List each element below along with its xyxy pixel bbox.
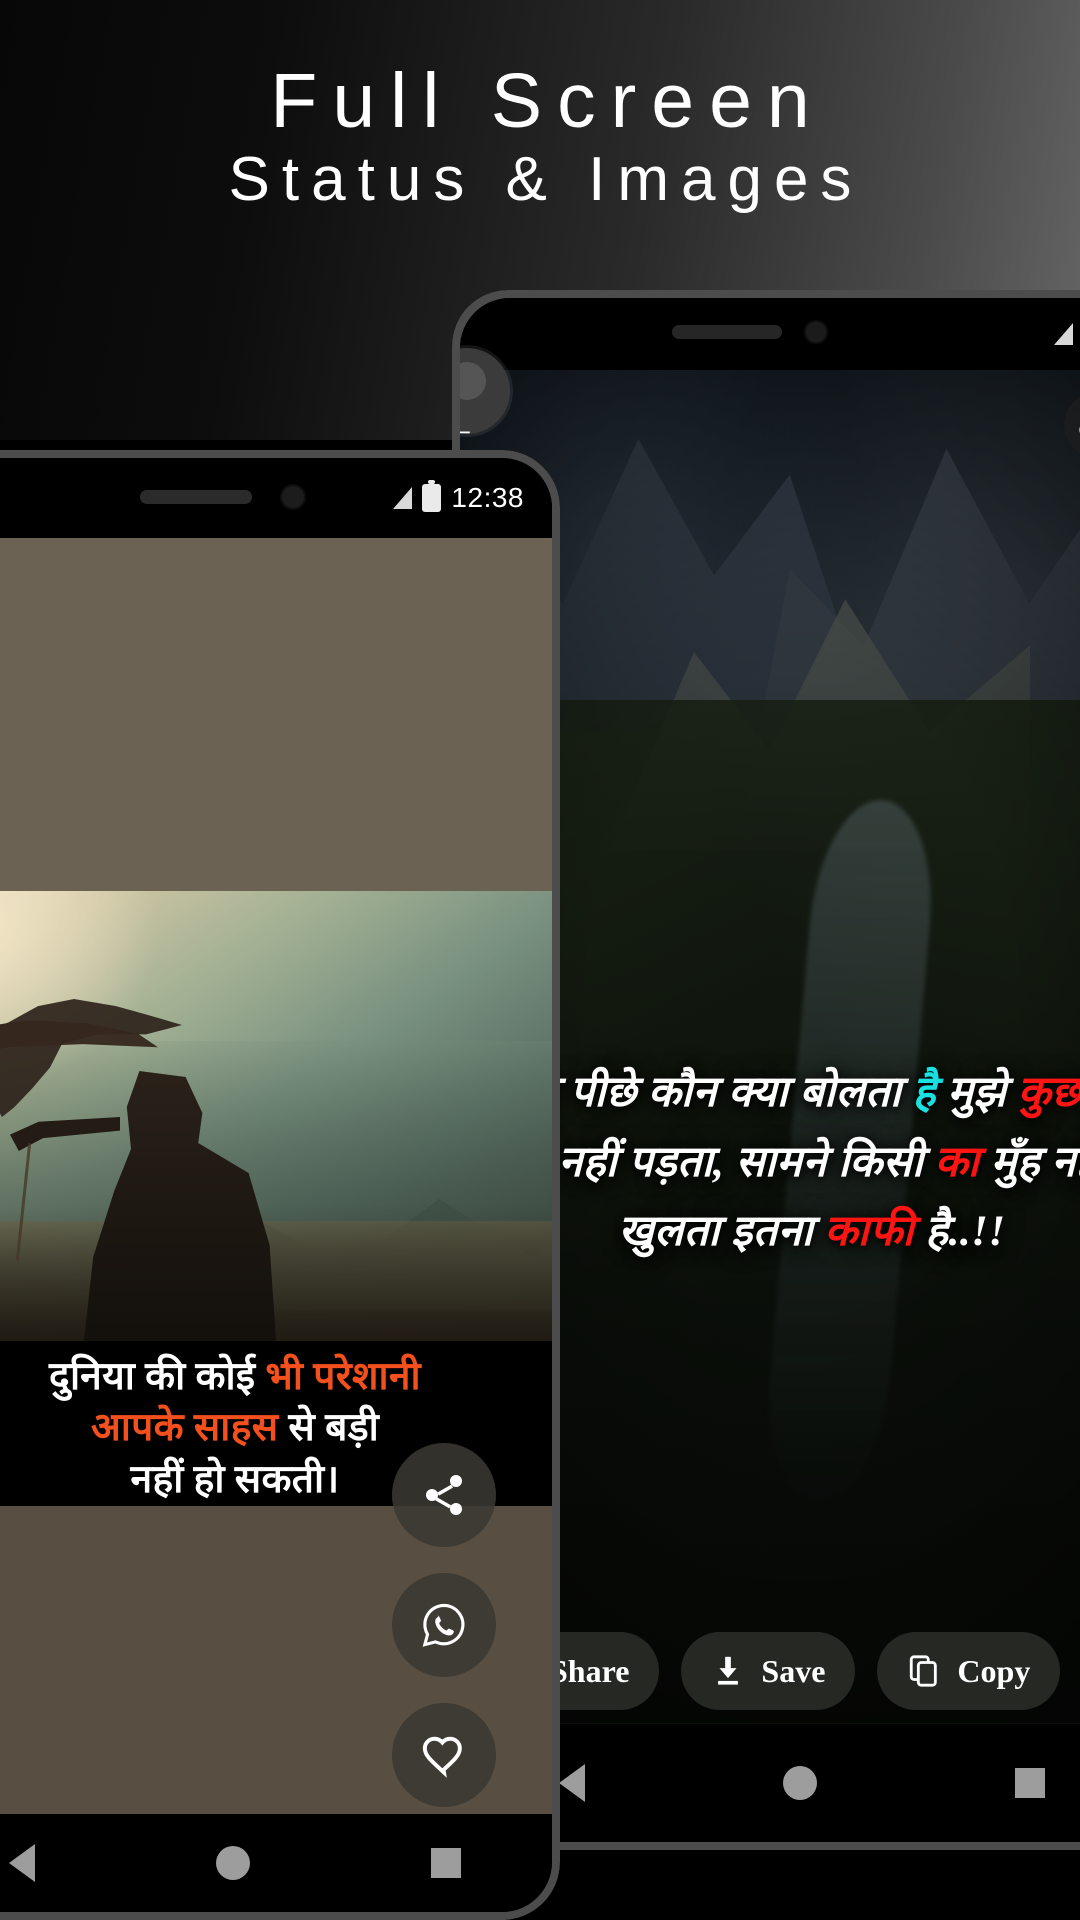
back-arrow-icon[interactable]: ← (460, 406, 478, 446)
save-button-label: Save (761, 1652, 826, 1689)
signal-icon (393, 487, 413, 509)
download-icon (718, 1656, 739, 1685)
phone-mockup-left: 12:38 दुनिया की कोई भी परेशानी आपके साहस… (0, 450, 560, 1920)
status-bar-right: 12: (460, 298, 1080, 370)
copy-button-label: Copy (957, 1652, 1031, 1689)
feed-body-left: दुनिया की कोई भी परेशानी आपके साहस से बड… (0, 538, 552, 1912)
quote-line-1: दुनिया की कोई भी परेशानी (49, 1355, 421, 1398)
status-bar-clock: 12:38 (451, 482, 524, 513)
status-card[interactable]: दुनिया की कोई भी परेशानी आपके साहस से बड… (0, 891, 552, 1506)
heart-icon (422, 1736, 462, 1778)
earpiece-speaker (140, 490, 252, 504)
signal-icon (1053, 323, 1073, 345)
status-bar-left: 12:38 (0, 458, 552, 538)
status-bar-indicators: 12:38 (393, 480, 524, 514)
status-bar-indicators: 12: (1053, 318, 1080, 350)
share-icon (426, 1475, 462, 1515)
top-bar-right: ← Like (460, 348, 1080, 468)
front-camera (806, 322, 826, 342)
home-circle-icon[interactable] (215, 1846, 250, 1880)
whatsapp-fab[interactable] (392, 1573, 496, 1677)
share-fab[interactable] (392, 1443, 496, 1547)
home-circle-icon[interactable] (783, 1766, 817, 1800)
android-nav-bar-left (0, 1814, 552, 1912)
whatsapp-icon (422, 1603, 465, 1647)
recents-square-icon[interactable] (431, 1848, 462, 1878)
feed-spacer-top (0, 538, 552, 891)
copy-button[interactable]: Copy (877, 1632, 1061, 1710)
save-button[interactable]: Save (681, 1632, 856, 1710)
back-triangle-icon[interactable] (8, 1844, 35, 1882)
earpiece-speaker (672, 325, 782, 339)
favorite-fab[interactable] (392, 1703, 496, 1807)
back-triangle-icon[interactable] (559, 1764, 585, 1802)
share-button-label: Share (550, 1652, 630, 1689)
phone-screen-left: 12:38 दुनिया की कोई भी परेशानी आपके साहस… (0, 458, 552, 1912)
status-photo (0, 891, 552, 1341)
valley-floor (0, 1221, 552, 1341)
like-button[interactable]: Like (1063, 392, 1080, 458)
copy-icon (910, 1655, 938, 1687)
front-camera (282, 486, 304, 508)
recents-square-icon[interactable] (1015, 1768, 1045, 1798)
battery-icon (422, 480, 442, 512)
